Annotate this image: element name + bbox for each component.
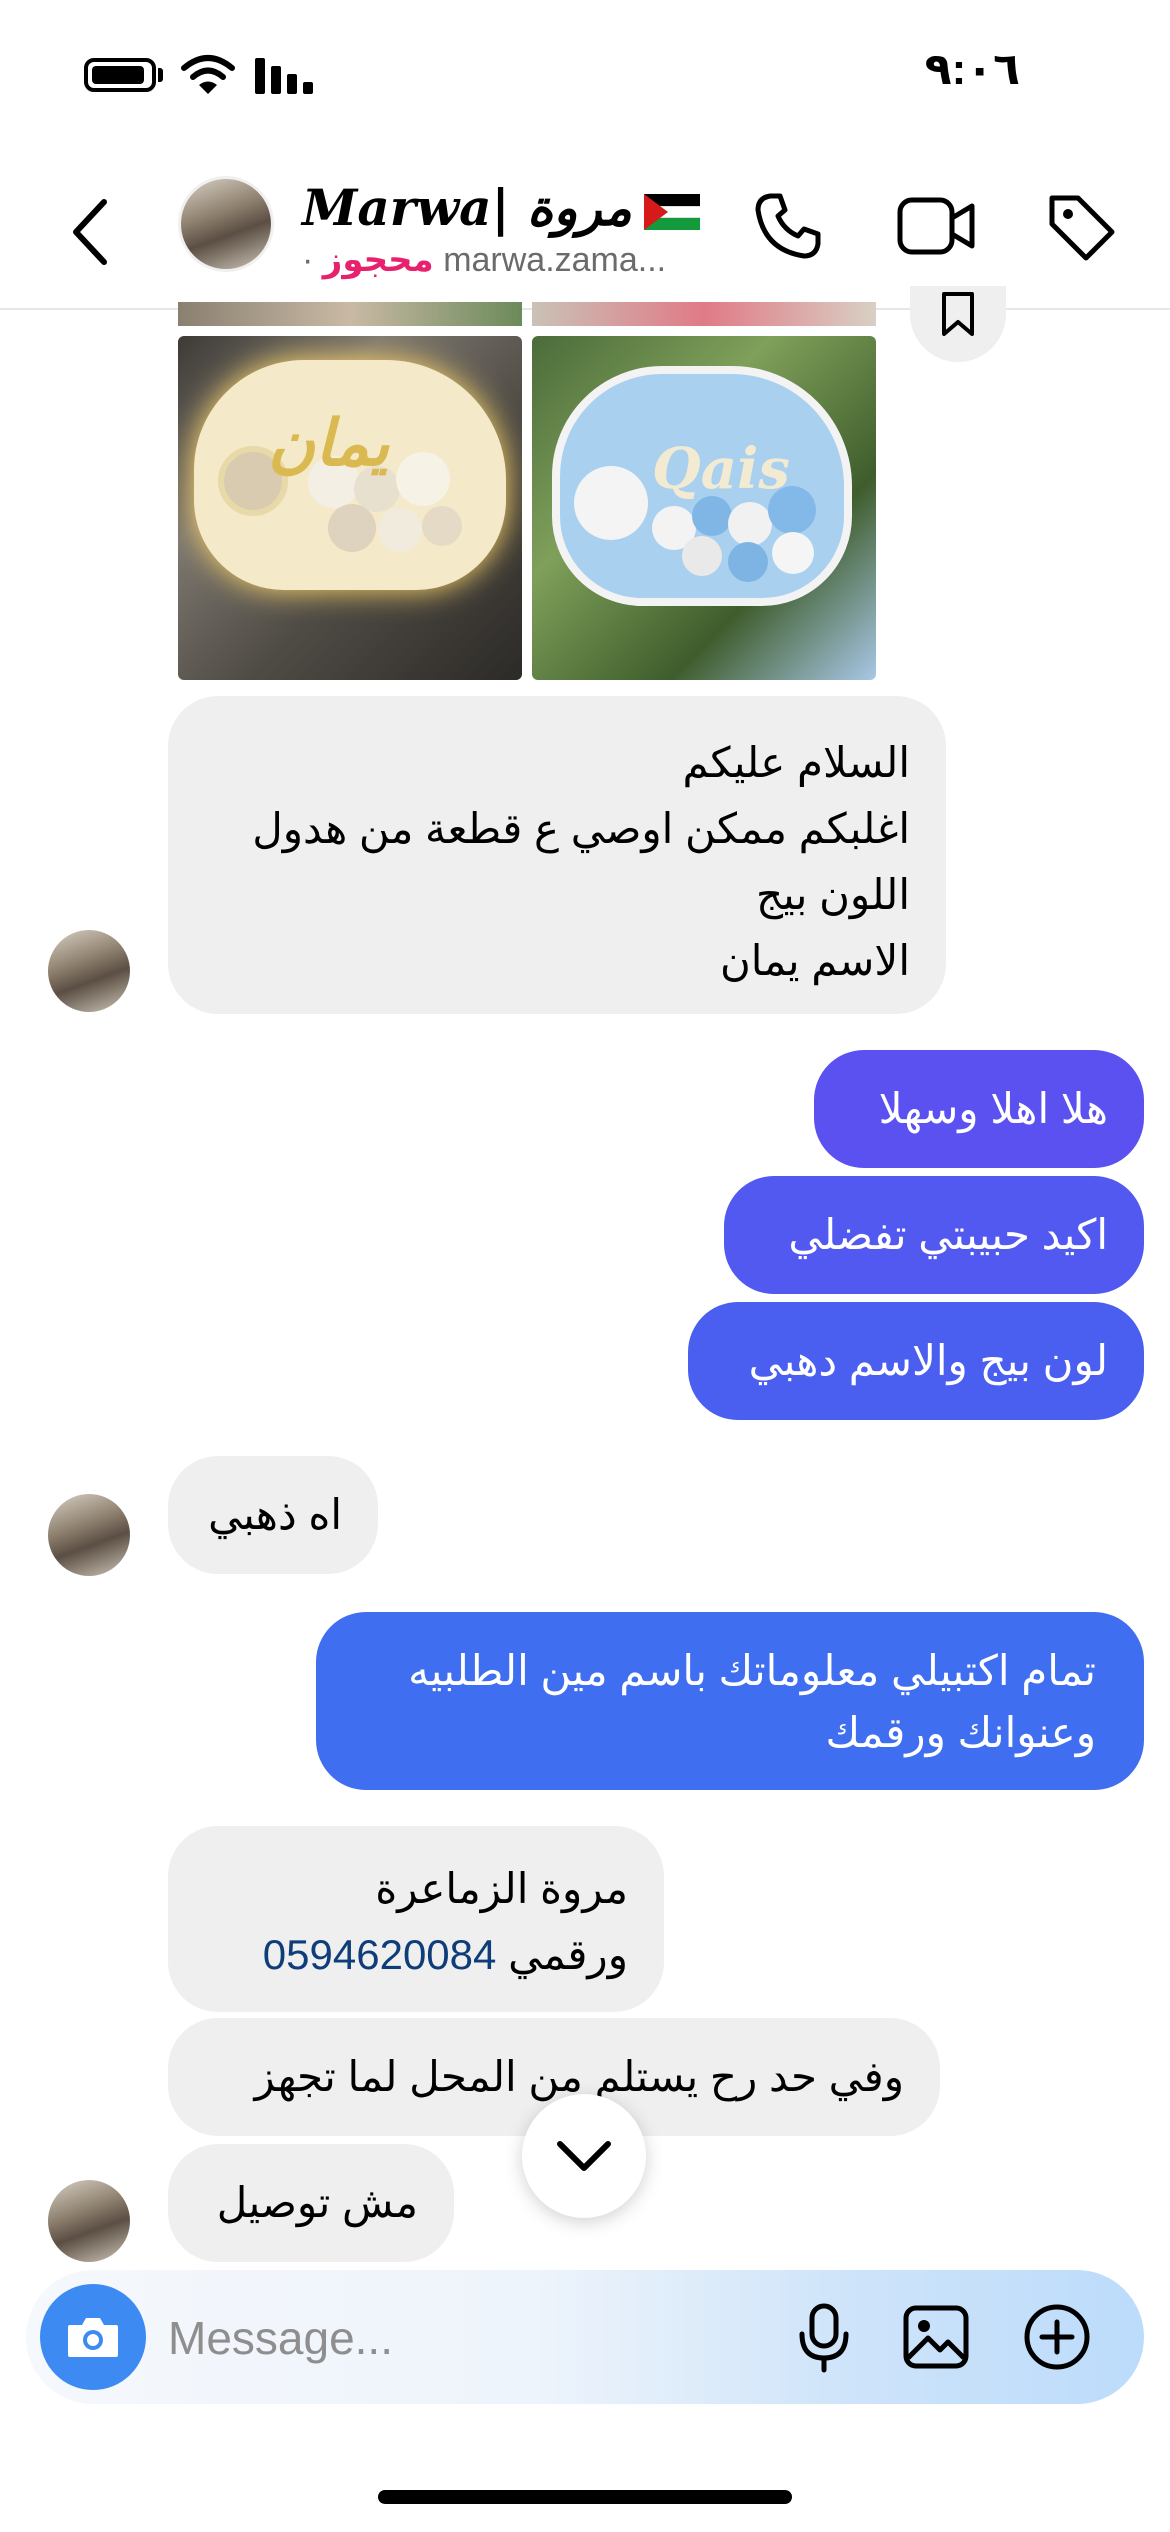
back-arrow-icon[interactable] xyxy=(70,198,110,266)
chevron-down-icon xyxy=(557,2141,611,2171)
add-icon[interactable] xyxy=(1022,2302,1092,2372)
sender-avatar[interactable] xyxy=(48,930,130,1012)
palestine-flag-icon xyxy=(643,194,700,230)
status-word: محجوز xyxy=(322,241,434,279)
message-bubble-incoming[interactable]: مروة الزماعرة ورقمي 0594620084 xyxy=(168,1826,664,2012)
message-line: لون بيج والاسم دهبي xyxy=(748,1337,1108,1384)
video-call-icon[interactable] xyxy=(896,194,976,258)
shared-photo[interactable]: يمان xyxy=(178,336,522,680)
separator-dot: · xyxy=(302,241,314,279)
message-line: اغلبكم ممكن اوصي ع قطعة من هدول xyxy=(252,805,910,852)
battery-tip xyxy=(158,68,163,82)
message-composer xyxy=(26,2270,1144,2404)
photo-strip xyxy=(178,302,522,326)
microphone-icon[interactable] xyxy=(796,2302,852,2374)
photo-strip xyxy=(532,302,876,326)
message-line: وفي حد رح يستلم من المحل لما تجهز xyxy=(254,2053,904,2100)
phone-number-link[interactable]: 0594620084 xyxy=(263,1931,497,1978)
contact-subtitle: · محجوز marwa.zama... xyxy=(302,240,666,280)
message-bubble-outgoing[interactable]: هلا اهلا وسهلا xyxy=(814,1050,1144,1168)
message-line: تمام اكتبيلي معلوماتك باسم مين الطلبيه xyxy=(408,1647,1096,1694)
message-bubble-incoming[interactable]: مش توصيل xyxy=(168,2144,454,2262)
message-bubble-outgoing[interactable]: تمام اكتبيلي معلوماتك باسم مين الطلبيه و… xyxy=(316,1612,1144,1790)
phone-prefix: ورقمي xyxy=(508,1931,628,1978)
message-line: اه ذهبي xyxy=(208,1491,342,1538)
tag-icon[interactable] xyxy=(1044,190,1118,264)
signal-icon xyxy=(255,58,313,94)
message-bubble-incoming[interactable]: السلام عليكم اغلبكم ممكن اوصي ع قطعة من … xyxy=(168,696,946,1014)
message-bubble-incoming[interactable]: اه ذهبي xyxy=(168,1456,378,1574)
shared-photo[interactable]: Qais xyxy=(532,336,876,680)
bookmark-button[interactable] xyxy=(910,286,1006,362)
bookmark-icon xyxy=(942,292,974,336)
sender-avatar[interactable] xyxy=(48,1494,130,1576)
message-line: مش توصيل xyxy=(216,2179,418,2226)
message-line: وعنوانك ورقمك xyxy=(825,1709,1096,1756)
scroll-to-bottom-button[interactable] xyxy=(522,2094,646,2218)
camera-icon xyxy=(68,2318,118,2357)
message-line: السلام عليكم xyxy=(682,739,910,786)
message-line: اكيد حبيبتي تفضلي xyxy=(788,1211,1108,1258)
status-time: ٩:٠٦ xyxy=(924,45,1020,94)
message-line: الاسم يمان xyxy=(719,937,910,984)
contact-name[interactable]: Marwa| مروة xyxy=(302,178,700,237)
battery-icon xyxy=(84,58,156,92)
message-line: اللون بيج xyxy=(755,871,910,918)
gallery-icon[interactable] xyxy=(902,2304,970,2370)
contact-name-text: Marwa| مروة xyxy=(302,178,632,237)
message-line: ورقمي 0594620084 xyxy=(204,1922,628,1988)
home-indicator xyxy=(378,2490,792,2504)
wifi-icon xyxy=(181,55,235,94)
message-bubble-outgoing[interactable]: لون بيج والاسم دهبي xyxy=(688,1302,1144,1420)
contact-avatar[interactable] xyxy=(178,176,274,272)
phone-call-icon[interactable] xyxy=(752,190,824,262)
photo-name-text: Qais xyxy=(652,436,790,502)
username: marwa.zama... xyxy=(443,241,667,279)
message-bubble-outgoing[interactable]: اكيد حبيبتي تفضلي xyxy=(724,1176,1144,1294)
message-line: هلا اهلا وسهلا xyxy=(878,1085,1108,1132)
message-input[interactable] xyxy=(166,2310,590,2366)
camera-button[interactable] xyxy=(40,2284,146,2390)
message-line: مروة الزماعرة xyxy=(375,1865,628,1912)
sender-avatar[interactable] xyxy=(48,2180,130,2262)
